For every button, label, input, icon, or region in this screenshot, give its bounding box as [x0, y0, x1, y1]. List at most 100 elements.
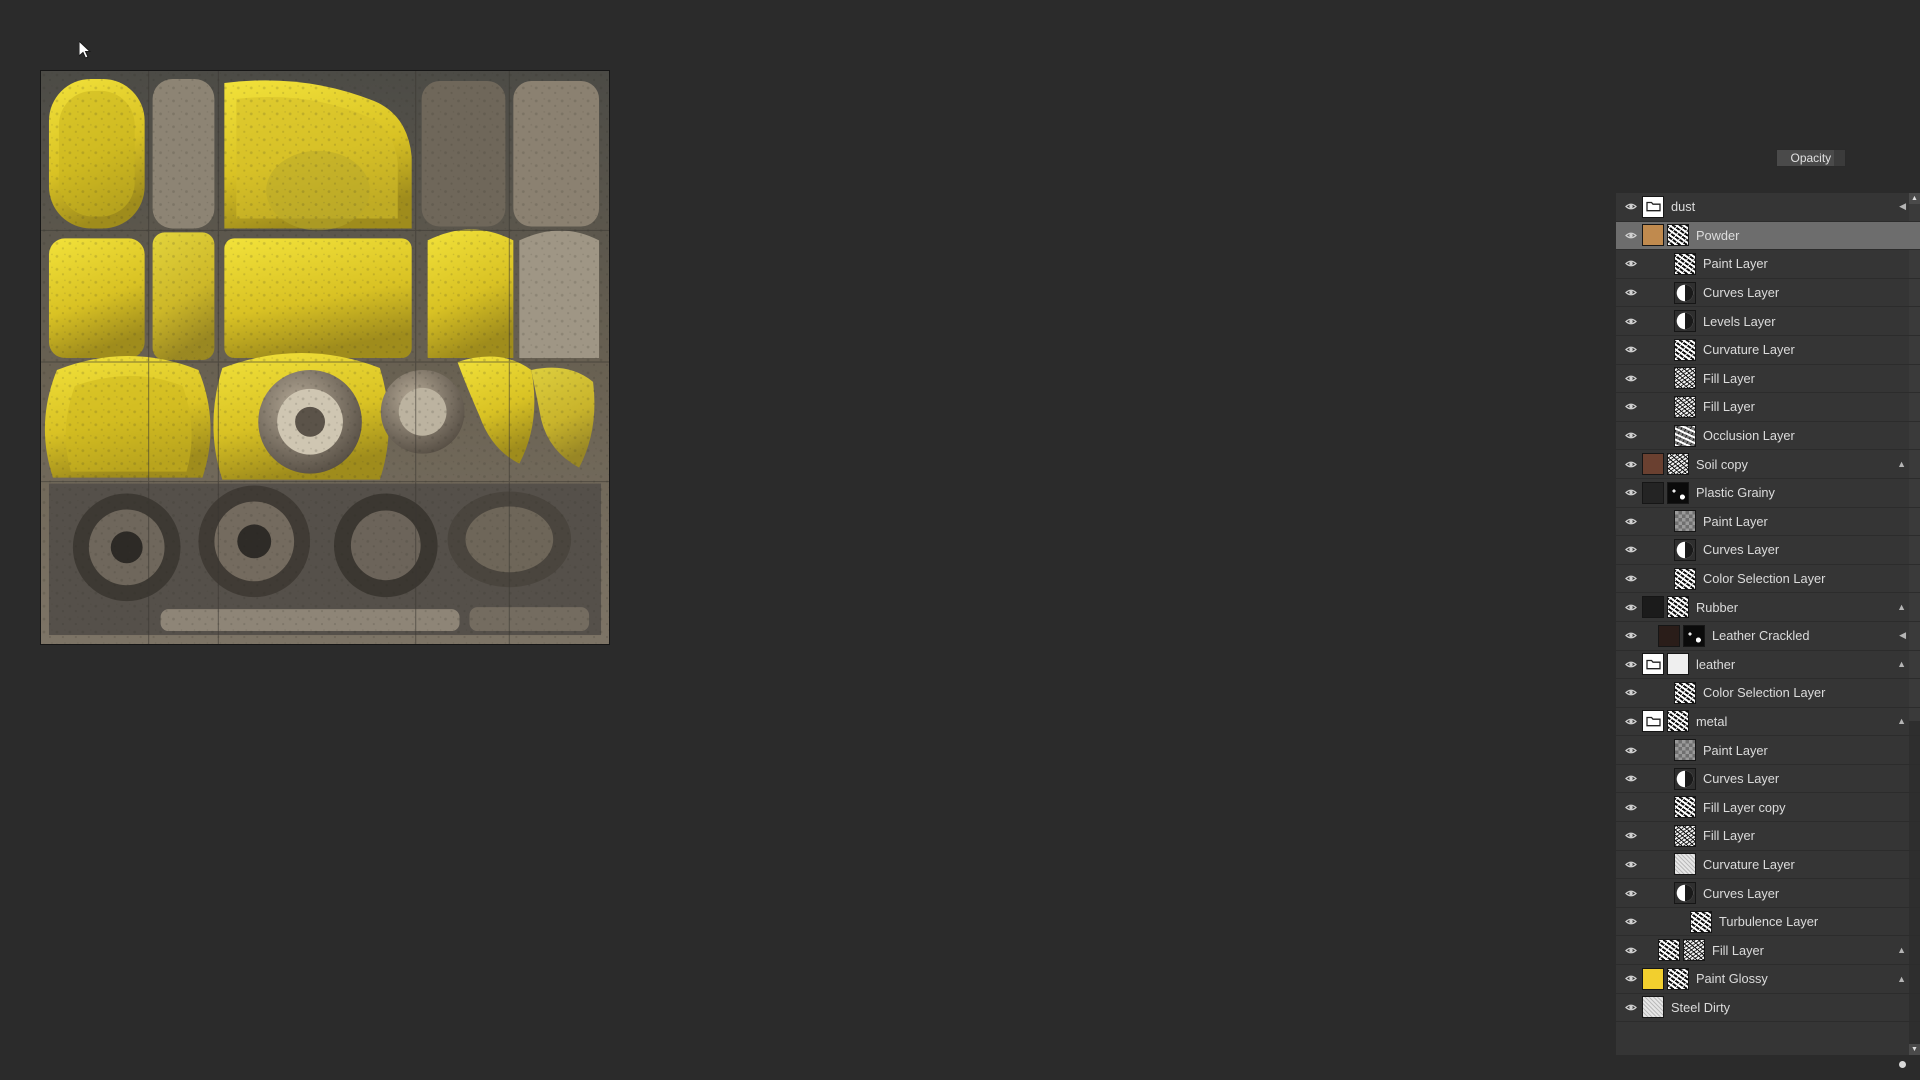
layer-visibility-toggle[interactable]	[1620, 774, 1642, 783]
layer-name: Steel Dirty	[1671, 999, 1731, 1015]
layer-name: Curves Layer	[1703, 542, 1780, 558]
layer-row[interactable]: Paint Layer	[1616, 508, 1920, 537]
layer-expand-toggle[interactable]: ▲	[1897, 459, 1906, 469]
layer-name: Paint Layer	[1703, 256, 1768, 272]
curves-thumbnail	[1674, 281, 1696, 304]
layer-row[interactable]: Curvature Layer	[1616, 851, 1920, 880]
layer-visibility-toggle[interactable]	[1620, 917, 1642, 926]
layer-row[interactable]: Levels Layer	[1616, 307, 1920, 336]
layer-visibility-toggle[interactable]	[1620, 202, 1642, 211]
layer-visibility-toggle[interactable]	[1620, 660, 1642, 669]
layer-thumbnail	[1690, 910, 1712, 933]
layer-row[interactable]: Paint Glossy ▲	[1616, 965, 1920, 994]
layer-visibility-toggle[interactable]	[1620, 374, 1642, 383]
layer-thumbnail	[1667, 481, 1689, 504]
layer-name: Curvature Layer	[1703, 342, 1795, 358]
layer-visibility-toggle[interactable]	[1620, 288, 1642, 297]
layer-row[interactable]: Paint Layer	[1616, 736, 1920, 765]
layer-name: Curves Layer	[1703, 285, 1780, 301]
layer-name: Powder	[1696, 227, 1740, 243]
viewport-uv: Canvas ▼ Albedo (Metal) ▼	[0, 0, 1920, 1080]
layer-row[interactable]: Fill Layer copy	[1616, 793, 1920, 823]
layer-visibility-toggle[interactable]	[1620, 574, 1642, 583]
layer-visibility-toggle[interactable]	[1620, 717, 1642, 726]
layer-visibility-toggle[interactable]	[1620, 431, 1642, 440]
layer-visibility-toggle[interactable]	[1620, 545, 1642, 554]
layer-visibility-toggle[interactable]	[1620, 603, 1642, 612]
layer-row[interactable]: Steel Dirty	[1616, 994, 1920, 1023]
layer-thumbnail	[1674, 796, 1696, 819]
layer-row[interactable]: Paint Layer	[1616, 250, 1920, 279]
layer-row[interactable]: leather ▲	[1616, 651, 1920, 680]
layer-expand-toggle[interactable]: ▲	[1897, 659, 1906, 669]
layer-row[interactable]: Plastic Grainy	[1616, 479, 1920, 508]
layer-expand-toggle[interactable]: ◀	[1899, 630, 1906, 641]
layer-visibility-toggle[interactable]	[1620, 831, 1642, 840]
layer-thumbnail	[1674, 395, 1696, 418]
layer-row[interactable]: Curves Layer	[1616, 279, 1920, 308]
layer-row[interactable]: Rubber ▲	[1616, 593, 1920, 622]
layer-row[interactable]: Powder	[1616, 221, 1920, 251]
layer-visibility-toggle[interactable]	[1620, 946, 1642, 955]
scroll-down-button[interactable]: ▼	[1909, 1044, 1920, 1055]
layer-row[interactable]: Occlusion Layer	[1616, 422, 1920, 451]
layer-visibility-toggle[interactable]	[1620, 231, 1642, 240]
viewport-area: Main Camera ▼ Full Quality ▼	[0, 0, 1920, 1080]
layer-visibility-toggle[interactable]	[1620, 488, 1642, 497]
layer-row[interactable]: Color Selection Layer	[1616, 679, 1920, 708]
layer-visibility-toggle[interactable]	[1620, 974, 1642, 983]
layer-name: Turbulence Layer	[1719, 914, 1819, 930]
layer-row[interactable]: dust ◀	[1616, 193, 1920, 222]
layer-visibility-toggle[interactable]	[1620, 631, 1642, 640]
layer-expand-toggle[interactable]: ▲	[1897, 716, 1906, 726]
layer-visibility-toggle[interactable]	[1620, 317, 1642, 326]
layer-visibility-toggle[interactable]	[1620, 803, 1642, 812]
layer-row[interactable]: Curves Layer	[1616, 765, 1920, 794]
layer-visibility-toggle[interactable]	[1620, 860, 1642, 869]
layer-visibility-toggle[interactable]	[1620, 746, 1642, 755]
layer-visibility-toggle[interactable]	[1620, 460, 1642, 469]
layer-name: Paint Glossy	[1696, 971, 1768, 987]
right-panel: Materials Layers Albedo (Metal) ▼ Blendi…	[1615, 88, 1920, 1055]
layer-name: Color Selection Layer	[1703, 571, 1826, 587]
layer-row[interactable]: Curves Layer	[1616, 879, 1920, 908]
layer-visibility-toggle[interactable]	[1620, 688, 1642, 697]
layer-row[interactable]: Soil copy ▲	[1616, 450, 1920, 479]
layer-row[interactable]: Curves Layer	[1616, 536, 1920, 565]
layer-name: Levels Layer	[1703, 313, 1776, 329]
curves-thumbnail	[1674, 767, 1696, 790]
layer-expand-toggle[interactable]: ◀	[1899, 201, 1906, 212]
layer-row[interactable]: Curvature Layer	[1616, 336, 1920, 365]
layer-expand-toggle[interactable]: ▲	[1897, 602, 1906, 612]
layer-row[interactable]: Fill Layer ▲	[1616, 936, 1920, 966]
layer-row[interactable]: Turbulence Layer	[1616, 908, 1920, 937]
curves-thumbnail	[1674, 310, 1696, 333]
layer-thumbnail	[1642, 596, 1664, 619]
layer-row[interactable]: metal ▲	[1616, 708, 1920, 737]
layer-row[interactable]: Leather Crackled ◀	[1616, 622, 1920, 651]
layer-thumbnail	[1674, 510, 1696, 533]
layer-visibility-toggle[interactable]	[1620, 402, 1642, 411]
layer-visibility-toggle[interactable]	[1620, 259, 1642, 268]
layer-thumbnail	[1667, 224, 1689, 247]
layer-expand-toggle[interactable]: ▲	[1897, 974, 1906, 984]
layer-thumbnail	[1658, 939, 1680, 962]
layer-name: Color Selection Layer	[1703, 685, 1826, 701]
layer-name: Rubber	[1696, 599, 1738, 615]
layer-row[interactable]: Fill Layer	[1616, 822, 1920, 851]
layer-list[interactable]: ▲ ▼ dust ◀ Powder Paint Layer Curves Layer Le…	[1616, 193, 1920, 1055]
layer-row[interactable]: Fill Layer	[1616, 365, 1920, 394]
layer-visibility-toggle[interactable]	[1620, 889, 1642, 898]
curves-thumbnail	[1674, 538, 1696, 561]
uv-status-dot	[1899, 1061, 1906, 1068]
layer-expand-toggle[interactable]: ▲	[1897, 945, 1906, 955]
layer-name: Curvature Layer	[1703, 856, 1795, 872]
layer-row[interactable]: Color Selection Layer	[1616, 565, 1920, 594]
layer-visibility-toggle[interactable]	[1620, 517, 1642, 526]
opacity-slider[interactable]: Opacity	[1775, 149, 1846, 167]
layer-row[interactable]: Fill Layer	[1616, 393, 1920, 422]
curves-thumbnail	[1674, 882, 1696, 905]
layer-visibility-toggle[interactable]	[1620, 1003, 1642, 1012]
layer-visibility-toggle[interactable]	[1620, 345, 1642, 354]
mouse-cursor	[79, 41, 92, 59]
